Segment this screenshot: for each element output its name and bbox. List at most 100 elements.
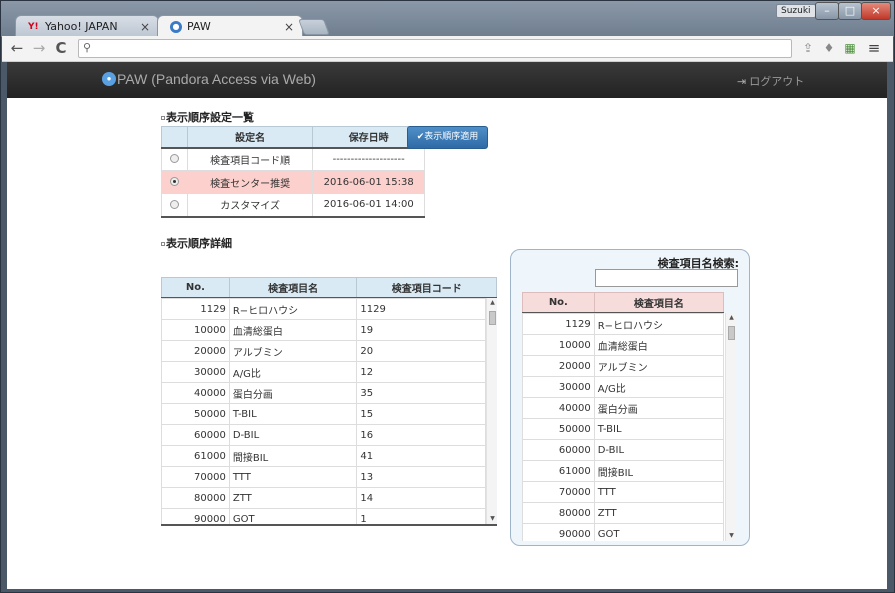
item-code: 1 xyxy=(356,508,486,524)
item-number: 10000 xyxy=(161,319,230,341)
search-panel: 検査項目名検索: No. 検査項目名 1129 R−ヒロハウシ 10000 血清総蛋白… xyxy=(510,249,750,546)
forward-icon[interactable]: → xyxy=(30,39,48,57)
table-row[interactable]: 80000 ZTT xyxy=(522,502,725,524)
table-row[interactable]: 20000 アルブミン xyxy=(522,355,725,377)
item-name: GOT xyxy=(228,508,358,524)
item-number: 10000 xyxy=(522,334,595,356)
table-row[interactable]: 50000 T-BIL 15 xyxy=(161,403,486,425)
scroll-thumb[interactable] xyxy=(728,326,735,340)
table-row[interactable]: 90000 GOT 1 xyxy=(161,508,486,524)
column-header: 検査項目コード xyxy=(356,277,497,299)
table-row[interactable]: 40000 蛋白分画 xyxy=(522,397,725,419)
table-row[interactable]: 検査センター推奨 2016-06-01 15:38 xyxy=(161,170,425,194)
scroll-up-icon[interactable]: ▲ xyxy=(487,298,497,308)
item-number: 50000 xyxy=(522,418,595,440)
maximize-button[interactable]: □ xyxy=(838,2,862,20)
item-name: 血清総蛋白 xyxy=(593,334,725,356)
table-header-row: 設定名 保存日時 xyxy=(161,126,425,149)
item-number: 80000 xyxy=(161,487,230,509)
tab-paw[interactable]: ● PAW × xyxy=(157,15,303,37)
table-row[interactable]: 1129 R−ヒロハウシ 1129 xyxy=(161,298,486,320)
table-row[interactable]: 61000 間接BIL xyxy=(522,460,725,482)
radio-button[interactable] xyxy=(169,199,179,209)
item-name: GOT xyxy=(593,523,725,541)
item-number: 1129 xyxy=(522,313,595,335)
radio-button[interactable] xyxy=(169,154,179,164)
scroll-down-icon[interactable]: ▼ xyxy=(487,514,497,524)
column-header: No. xyxy=(161,277,230,299)
item-code: 15 xyxy=(356,403,486,425)
table-row[interactable]: 10000 血清総蛋白 xyxy=(522,334,725,356)
app-brand[interactable]: ● PAW (Pandora Access via Web) xyxy=(102,71,316,87)
column-header xyxy=(161,126,188,149)
item-number: 30000 xyxy=(522,376,595,398)
table-row[interactable]: 1129 R−ヒロハウシ xyxy=(522,313,725,335)
address-bar[interactable]: ⚲ xyxy=(78,39,792,58)
table-row[interactable]: 10000 血清総蛋白 19 xyxy=(161,319,486,341)
radio-cell[interactable] xyxy=(161,193,188,218)
table-row[interactable]: 検査項目コード順 -------------------- xyxy=(161,147,425,171)
share-icon[interactable]: ⇪ xyxy=(800,40,816,56)
radio-cell[interactable] xyxy=(161,147,188,171)
pin-icon[interactable]: ♦ xyxy=(821,40,837,56)
table-row[interactable]: 90000 GOT xyxy=(522,523,725,541)
tab-yahoo[interactable]: Y! Yahoo! JAPAN × xyxy=(15,15,159,37)
table-row[interactable]: カスタマイズ 2016-06-01 14:00 xyxy=(161,193,425,218)
reload-icon[interactable]: C xyxy=(52,39,70,57)
item-name: T-BIL xyxy=(228,403,358,425)
table-row[interactable]: 61000 間接BIL 41 xyxy=(161,445,486,467)
scroll-thumb[interactable] xyxy=(489,311,496,325)
settings-section-title: 表示順序設定一覧 xyxy=(161,109,254,125)
logout-link[interactable]: ⇥ ログアウト xyxy=(737,73,804,89)
close-window-button[interactable]: × xyxy=(861,2,891,20)
extension-icon[interactable]: ▦ xyxy=(842,40,858,56)
table-row[interactable]: 70000 TTT 13 xyxy=(161,466,486,488)
menu-icon[interactable]: ≡ xyxy=(866,40,882,56)
table-row[interactable]: 40000 蛋白分画 35 xyxy=(161,382,486,404)
detail-table-body[interactable]: 1129 R−ヒロハウシ 1129 10000 血清総蛋白 19 20000 アルブミン 20 3… xyxy=(161,298,497,524)
search-scrollbar[interactable]: ▲ ▼ xyxy=(725,313,736,541)
table-row[interactable]: 30000 A/G比 xyxy=(522,376,725,398)
detail-table: 1129 R−ヒロハウシ 1129 10000 血清総蛋白 19 20000 アルブミン 20 3… xyxy=(161,298,486,524)
close-tab-icon[interactable]: × xyxy=(284,17,294,37)
search-icon: ⚲ xyxy=(83,41,92,54)
bullet-icon xyxy=(161,242,165,246)
yahoo-favicon-icon: Y! xyxy=(28,21,39,32)
address-input[interactable] xyxy=(97,41,787,56)
item-number: 1129 xyxy=(161,298,230,320)
minimize-button[interactable]: – xyxy=(815,2,839,20)
scroll-up-icon[interactable]: ▲ xyxy=(726,313,736,323)
item-number: 80000 xyxy=(522,502,595,524)
table-row[interactable]: 30000 A/G比 12 xyxy=(161,361,486,383)
table-row[interactable]: 80000 ZTT 14 xyxy=(161,487,486,509)
table-row[interactable]: 70000 TTT xyxy=(522,481,725,503)
user-badge[interactable]: Suzuki xyxy=(776,4,816,18)
radio-button[interactable] xyxy=(169,177,179,186)
apply-order-button[interactable]: ✔表示順序適用 xyxy=(407,126,488,149)
tab-label: PAW xyxy=(187,19,211,33)
item-name: R−ヒロハウシ xyxy=(593,313,725,335)
scroll-down-icon[interactable]: ▼ xyxy=(726,531,736,541)
tab-label: Yahoo! JAPAN xyxy=(45,19,118,33)
back-icon[interactable]: ← xyxy=(8,39,26,57)
table-row[interactable]: 20000 アルブミン 20 xyxy=(161,340,486,362)
search-input[interactable] xyxy=(595,269,738,287)
close-tab-icon[interactable]: × xyxy=(140,17,150,37)
search-table-body[interactable]: 1129 R−ヒロハウシ 10000 血清総蛋白 20000 アルブミン 30000 A/G比… xyxy=(522,313,736,541)
bullet-icon xyxy=(161,116,165,120)
detail-scrollbar[interactable]: ▲ ▼ xyxy=(486,298,497,524)
item-code: 20 xyxy=(356,340,486,362)
new-tab-button[interactable] xyxy=(298,19,330,35)
item-code: 35 xyxy=(356,382,486,404)
item-name: 蛋白分画 xyxy=(228,382,358,404)
table-row[interactable]: 50000 T-BIL xyxy=(522,418,725,440)
page-content: ● PAW (Pandora Access via Web) ⇥ ログアウト 表… xyxy=(7,62,887,589)
table-row[interactable]: 60000 D-BIL 16 xyxy=(161,424,486,446)
table-row[interactable]: 60000 D-BIL xyxy=(522,439,725,461)
item-name: アルブミン xyxy=(228,340,358,362)
paw-favicon-icon: ● xyxy=(170,20,182,33)
setting-name: 検査センター推奨 xyxy=(186,170,314,194)
item-name: 蛋白分画 xyxy=(593,397,725,419)
radio-cell[interactable] xyxy=(161,170,188,194)
item-number: 90000 xyxy=(161,508,230,524)
